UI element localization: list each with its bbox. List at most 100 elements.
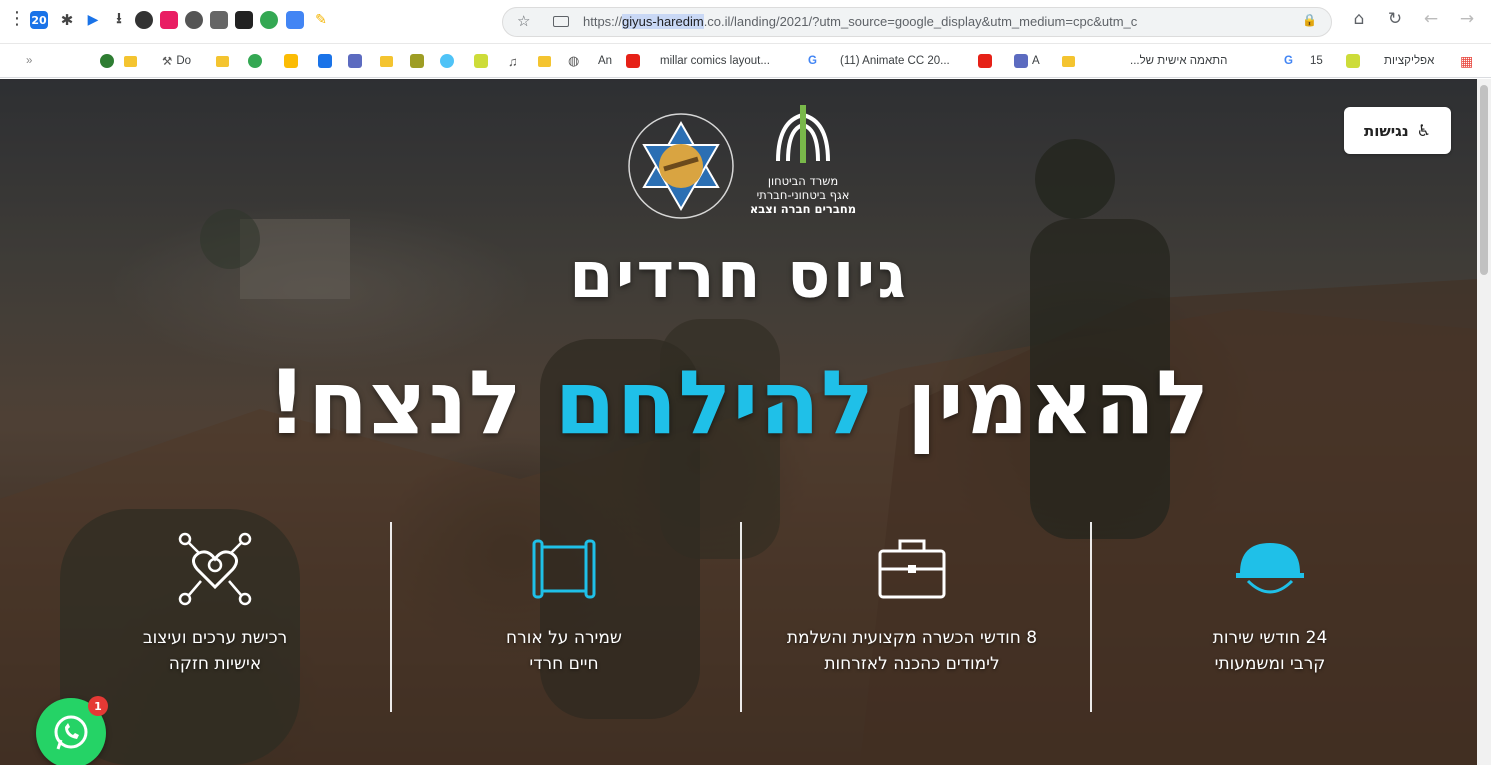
haredi-directorate-emblem [628,113,734,219]
extension-dark-icon[interactable] [235,11,253,29]
url-text[interactable]: https://giyus-haredim.co.il/landing/2021… [583,14,1137,29]
network-heart-icon [178,532,252,606]
bookmark-google-2[interactable]: G [1284,52,1293,70]
bookmark-personal[interactable]: התאמה אישית של... [1130,52,1227,70]
bookmarks-overflow-icon[interactable]: » [26,52,32,70]
bookmark-green-icon [100,54,114,68]
bookmark-animate[interactable]: (11) Animate CC 20... [840,52,950,70]
bookmark-lime[interactable] [410,52,428,70]
slogan-believe: להאמין [906,351,1211,454]
url-prefix: https:// [583,14,623,29]
bookmark-an-label: An [598,55,613,67]
feature-haredi-lifestyle: שמירה על אורח חיים חרדי [399,529,729,677]
bookmark-animate-label: (11) Animate CC 20... [840,55,950,67]
feature-professional-training: 8 חודשי הכשרה מקצועית והשלמת לימודים כהכ… [747,529,1077,677]
bookmark-icon [318,54,332,68]
bookmark-folder-4[interactable] [538,52,555,70]
reload-icon[interactable]: ↻ [1384,9,1406,29]
bookmark-cloud[interactable] [440,52,458,70]
youtube-icon [626,54,640,68]
torah-scroll-icon [532,539,596,599]
youtube-icon [978,54,992,68]
puzzle-icon[interactable]: ✱ [58,11,76,29]
bookmark-15[interactable]: 15 [1310,52,1323,70]
bookmark-folder-1[interactable] [124,52,141,70]
tab-search-icon[interactable] [553,16,569,27]
bookmark-apps-label: אפליקציות [1384,55,1435,67]
ministry-line-2: אגף ביטחוני-חברתי [756,188,850,202]
whatsapp-icon [54,715,88,750]
url-rest: .co.il/landing/2021/?utm_source=google_d… [703,14,1138,29]
back-icon[interactable]: → [1456,9,1478,29]
bookmark-millar[interactable]: millar comics layout... [660,52,770,70]
accessibility-button[interactable]: נגישות ♿ [1344,107,1451,154]
play-extension-icon[interactable]: ▶ [84,11,102,29]
bookmark-personal-label: התאמה אישית של... [1130,55,1228,67]
extension-blue-icon[interactable] [286,11,304,29]
google-icon: G [1284,55,1293,67]
whatsapp-notification-badge: 1 [88,696,108,716]
feature-values-personality: רכישת ערכים ועיצוב אישיות חזקה [50,529,380,677]
feature-4-line-1: רכישת ערכים ועיצוב [142,628,288,648]
slogan-fight: להילחם [554,351,876,454]
bookmark-an[interactable]: An [598,52,612,70]
extension-pen-icon[interactable]: ✎ [312,11,330,29]
bookmark-apps[interactable]: אפליקציות [1384,52,1434,70]
bookmark-folder-3[interactable] [380,52,397,70]
bookmark-smile-2[interactable] [1346,52,1364,70]
bookmark-folder-2[interactable] [216,52,233,70]
extension-green-icon[interactable] [260,11,278,29]
feature-divider [740,522,742,712]
hammer-icon: ⚒ [162,56,173,68]
ministry-emblem-icon [776,105,830,163]
feature-3-line-2: חיים חרדי [529,654,599,674]
bookmark-smile[interactable] [474,52,492,70]
extension-box-icon[interactable] [210,11,228,29]
folder-icon [124,55,137,67]
hero-slogan: להאמין להילחם לנצח! [0,351,1477,454]
feature-1-line-1: 24 חודשי שירות [1212,628,1328,648]
bookmark-green-2[interactable] [248,52,266,70]
forward-icon[interactable]: ← [1420,9,1442,29]
bookmark-globe[interactable]: ◍ [568,52,579,70]
bookmark-folder-5[interactable] [1062,52,1079,70]
extensions-menu-icon[interactable]: ⋮ [8,9,26,29]
extension-20-icon[interactable]: 20 [30,11,48,29]
feature-3-line-1: שמירה על אורח [506,628,622,648]
ministry-line-3: מחברים חברה וצבא [749,202,857,216]
ministry-of-defense-logo: משרד הביטחון אגף ביטחוני-חברתי מחברים חב… [744,101,862,231]
bookmark-yellow[interactable] [284,52,302,70]
feature-2-line-2: לימודים כהכנה לאזרחות [824,654,1000,674]
feature-4-line-2: אישיות חזקה [168,654,262,674]
download-icon[interactable]: ⭳ [110,9,128,29]
extension-pink-icon[interactable] [160,11,178,29]
lock-icon[interactable]: 🔒 [1302,13,1317,27]
extension-circle-icon[interactable] [135,11,153,29]
google-icon: G [808,55,817,67]
briefcase-icon [878,539,946,599]
bookmark-indigo[interactable] [348,52,366,70]
home-icon[interactable]: ⌂ [1348,9,1370,29]
bookmark-icon [1346,54,1360,68]
scrollbar-thumb[interactable] [1480,85,1488,275]
bookmark-youtube-2[interactable] [978,52,996,70]
feature-combat-service: 24 חודשי שירות קרבי ומשמעותי [1105,529,1435,677]
bookmark-music[interactable]: ♫ [508,52,518,70]
bookmark-green[interactable] [100,52,118,70]
address-bar[interactable]: ☆ https://giyus-haredim.co.il/landing/20… [502,7,1332,37]
bookmark-do[interactable]: ⚒ Do [162,52,191,70]
bookmark-star-icon[interactable]: ☆ [517,12,530,30]
bookmark-youtube[interactable] [626,52,644,70]
apps-grid-icon[interactable]: ▦ [1460,52,1473,70]
globe-icon: ◍ [568,53,580,68]
page-scrollbar[interactable] [1477,79,1491,765]
wheelchair-icon: ♿ [1416,121,1432,140]
bookmark-google[interactable]: G [808,52,817,70]
feature-2-line-1: 8 חודשי הכשרה מקצועית והשלמת [786,628,1038,648]
extension-gray-icon[interactable] [185,11,203,29]
bookmark-icon [1014,54,1028,68]
bookmark-a[interactable]: A [1014,52,1040,70]
bookmark-blue[interactable] [318,52,336,70]
hero-title: גיוס חרדים [569,239,908,313]
bookmark-icon [248,54,262,68]
